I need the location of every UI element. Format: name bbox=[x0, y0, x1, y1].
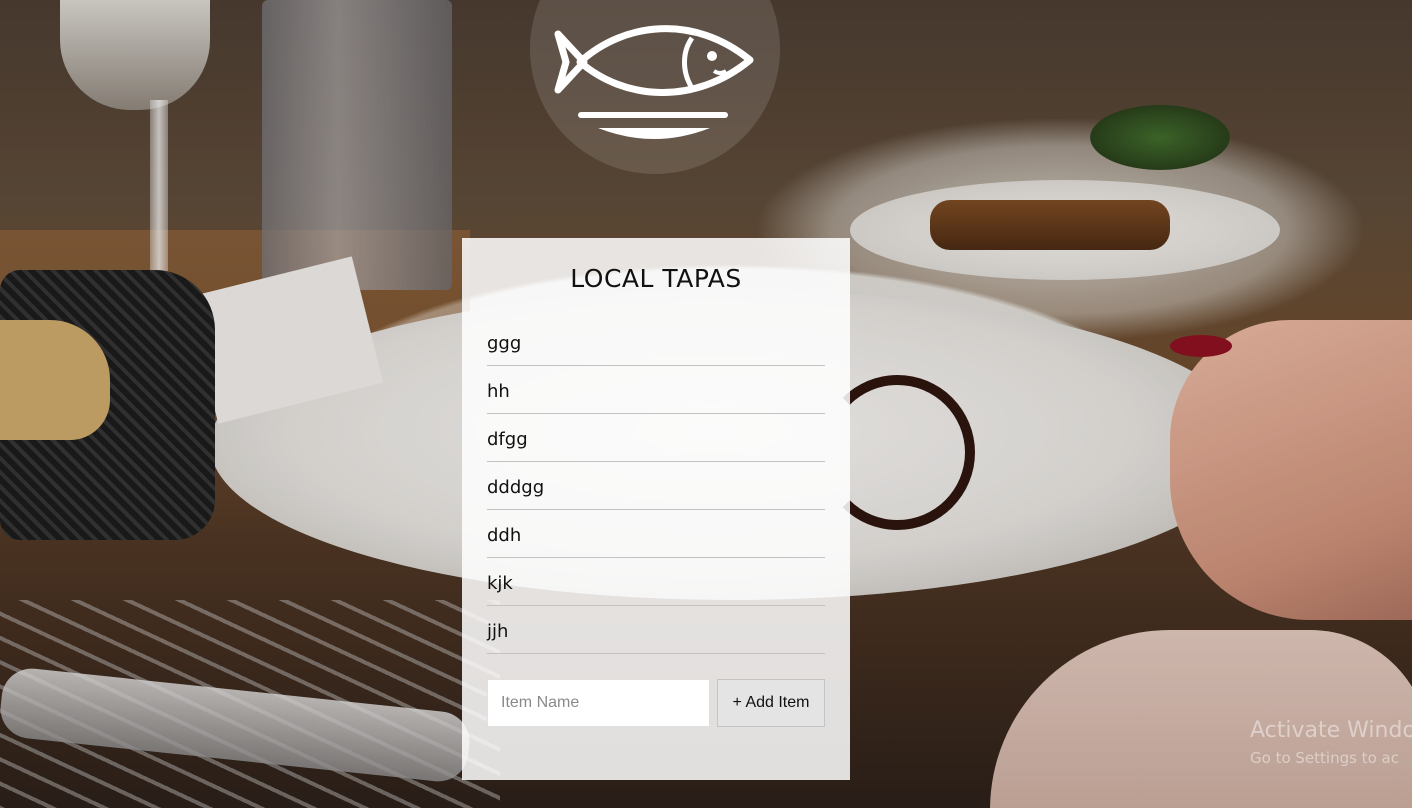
page-title: LOCAL TAPAS bbox=[570, 264, 742, 293]
add-item-form: + Add Item bbox=[487, 679, 825, 727]
item-list: ggg hh dfgg dddgg ddh kjk jjh bbox=[487, 318, 825, 654]
add-item-button[interactable]: + Add Item bbox=[717, 679, 825, 727]
list-item[interactable]: dddgg bbox=[487, 462, 825, 510]
fish-plate-icon bbox=[554, 25, 754, 139]
item-name-input[interactable] bbox=[487, 679, 710, 727]
list-item[interactable]: dfgg bbox=[487, 414, 825, 462]
list-item[interactable]: hh bbox=[487, 366, 825, 414]
list-item[interactable]: ggg bbox=[487, 318, 825, 366]
list-item[interactable]: kjk bbox=[487, 558, 825, 606]
activate-windows-watermark: Activate Windo Go to Settings to ac bbox=[1250, 718, 1412, 767]
list-item[interactable]: ddh bbox=[487, 510, 825, 558]
activate-windows-title: Activate Windo bbox=[1250, 718, 1412, 743]
tapas-card: LOCAL TAPAS ggg hh dfgg dddgg ddh kjk jj… bbox=[462, 238, 850, 780]
activate-windows-subtitle: Go to Settings to ac bbox=[1250, 749, 1399, 767]
list-item[interactable]: jjh bbox=[487, 606, 825, 654]
logo bbox=[530, 0, 780, 174]
